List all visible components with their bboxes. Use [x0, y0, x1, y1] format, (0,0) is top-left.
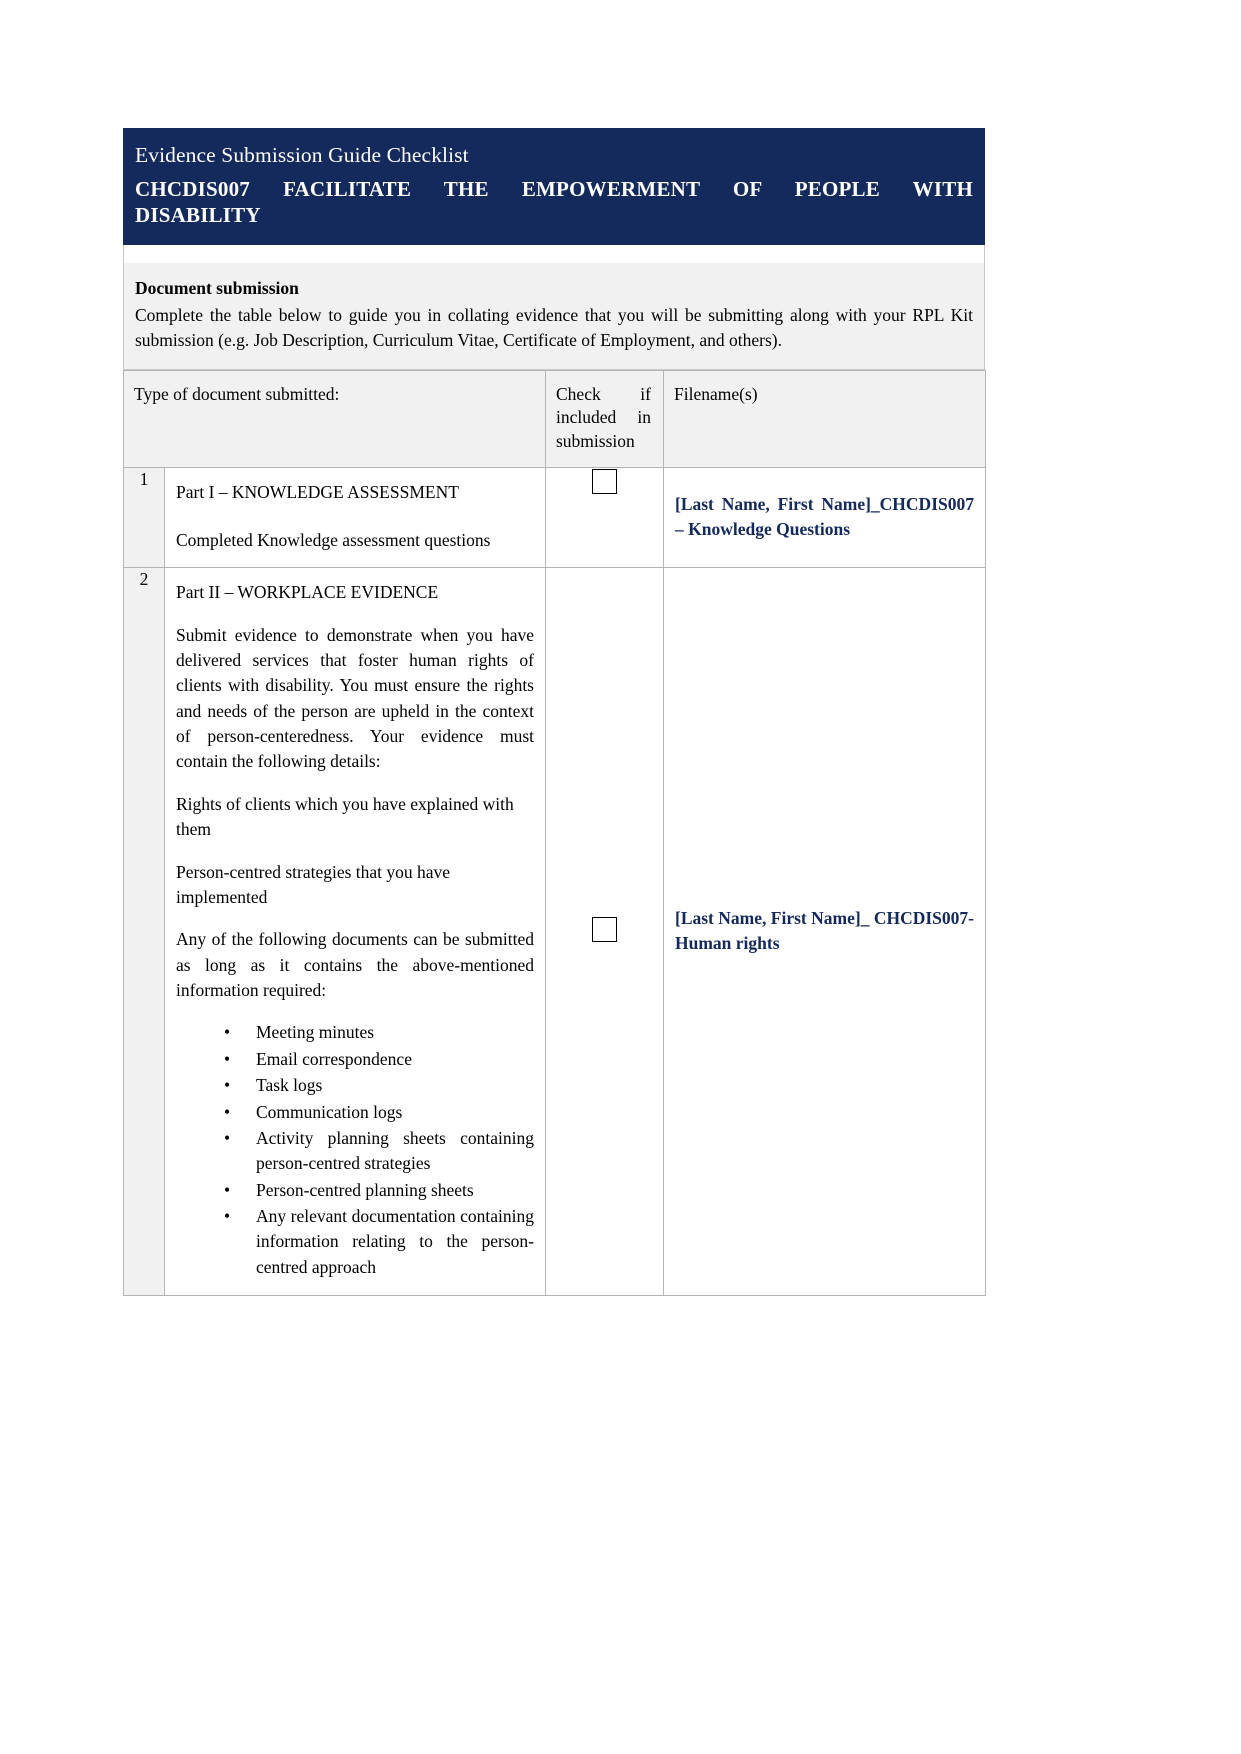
row-2-paragraph-2: Rights of clients which you have explain… — [176, 793, 514, 840]
document-title: CHCDIS007 FACILITATE THE EMPOWERMENT OF … — [135, 176, 973, 230]
row-2-number: 2 — [123, 567, 165, 1297]
row-2-filename: [Last Name, First Name]_ CHCDIS007-Human… — [663, 567, 986, 1297]
row-2-document-type: Part II – WORKPLACE EVIDENCE Submit evid… — [164, 567, 546, 1297]
list-item: Meeting minutes — [224, 1020, 534, 1046]
row-1-filename: [Last Name, First Name]_CHCDIS007 – Know… — [663, 467, 986, 569]
document-header-banner: Evidence Submission Guide Checklist CHCD… — [123, 128, 985, 246]
table-row: 2 Part II – WORKPLACE EVIDENCE Submit ev… — [123, 567, 986, 1297]
intro-heading: Document submission — [135, 278, 299, 299]
row-1-document-type: Part I – KNOWLEDGE ASSESSMENT Completed … — [164, 467, 546, 569]
document-page: Evidence Submission Guide Checklist CHCD… — [123, 128, 986, 1297]
list-item: Task logs — [224, 1073, 534, 1099]
row-2-check-cell[interactable] — [545, 567, 664, 1297]
row-1-part-title: Part I – KNOWLEDGE ASSESSMENT — [176, 482, 459, 503]
list-item: Communication logs — [224, 1100, 534, 1126]
list-item: Email correspondence — [224, 1047, 534, 1073]
table-header-row: Type of document submitted: Check if inc… — [123, 369, 986, 469]
row-1-number: 1 — [123, 467, 165, 569]
document-title-line-2: DISABILITY — [135, 203, 261, 228]
row-2-part-title: Part II – WORKPLACE EVIDENCE — [176, 582, 439, 603]
row-2-paragraph-3: Person-centred strategies that you have … — [176, 861, 451, 907]
document-subtitle: Evidence Submission Guide Checklist — [135, 143, 469, 167]
header-check-if-included: Check if included in submission — [545, 369, 664, 469]
evidence-submission-table: Type of document submitted: Check if inc… — [123, 369, 986, 1297]
row-2-paragraph-4: Any of the following documents can be su… — [176, 929, 534, 1001]
header-filenames: Filename(s) — [663, 369, 986, 469]
checkbox-icon[interactable] — [592, 916, 617, 942]
checkbox-icon[interactable] — [592, 469, 617, 495]
document-title-line-1: CHCDIS007 FACILITATE THE EMPOWERMENT OF … — [135, 176, 973, 201]
row-2-bullet-list: Meeting minutes Email correspondence Tas… — [176, 1020, 534, 1280]
row-1-check-cell[interactable] — [545, 467, 664, 569]
list-item: Activity planning sheets containing pers… — [224, 1126, 534, 1177]
row-2-paragraph-1: Submit evidence to demonstrate when you … — [176, 624, 534, 772]
table-row: 1 Part I – KNOWLEDGE ASSESSMENT Complete… — [123, 467, 986, 569]
header-type-of-document: Type of document submitted: — [123, 369, 546, 469]
document-submission-intro: Document submission Complete the table b… — [123, 263, 985, 370]
list-item: Any relevant documentation containing in… — [224, 1204, 534, 1280]
banner-spacer-row — [123, 245, 985, 264]
list-item: Person-centred planning sheets — [224, 1178, 534, 1204]
row-1-part-detail: Completed Knowledge assessment questions — [176, 529, 491, 550]
intro-body: Complete the table below to guide you in… — [135, 304, 973, 350]
